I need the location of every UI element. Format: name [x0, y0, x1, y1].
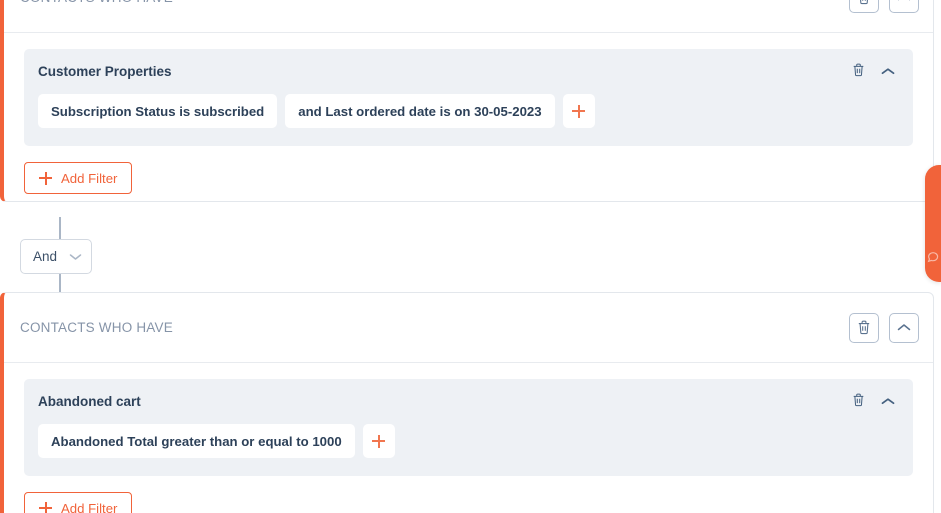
segment-header-title-2: CONTACTS WHO HAVE [20, 320, 173, 335]
segment-builder-canvas: CONTACTS WHO HAVE [0, 0, 941, 513]
condition-chip[interactable]: Subscription Status is subscribed [38, 94, 278, 128]
segment-header-1: CONTACTS WHO HAVE [4, 0, 933, 33]
connector-line-top [59, 217, 61, 239]
segment-collapse-button-2[interactable] [889, 312, 919, 343]
filter-group-actions-2 [852, 393, 899, 410]
segment-header-actions-2 [849, 312, 919, 343]
logic-operator-value: And [33, 249, 58, 264]
filter-group-collapse-button-2[interactable] [881, 394, 895, 409]
condition-chip[interactable]: Abandoned Total greater than or equal to… [38, 424, 355, 458]
filter-group-2: Abandoned cart Abandoned Total greater t… [24, 379, 913, 476]
support-chat-tab[interactable] [925, 165, 941, 282]
condition-chip-row-1: Subscription Status is subscribed and La… [38, 94, 899, 128]
filter-group-delete-button-1[interactable] [852, 63, 865, 80]
add-filter-label: Add Filter [61, 170, 118, 186]
segment-connector: And [0, 203, 941, 294]
filter-group-title-2: Abandoned cart [38, 394, 141, 409]
segment-delete-button-2[interactable] [849, 312, 879, 343]
plus-icon [39, 501, 52, 513]
segment-collapse-button-1[interactable] [889, 0, 919, 13]
plus-icon [39, 171, 52, 185]
add-filter-wrap-2: Add Filter [4, 476, 933, 513]
plus-icon [572, 104, 586, 118]
segment-header-actions-1 [849, 0, 919, 13]
filter-group-title-1: Customer Properties [38, 64, 172, 79]
plus-icon [372, 434, 386, 448]
trash-icon [857, 0, 871, 5]
add-filter-label: Add Filter [61, 500, 118, 513]
chevron-up-icon [881, 394, 895, 409]
chevron-up-icon [897, 323, 911, 332]
segment-body-1: Customer Properties Subscription Status … [4, 33, 933, 146]
filter-group-1: Customer Properties Subscription Status … [24, 49, 913, 146]
filter-group-collapse-button-1[interactable] [881, 64, 895, 79]
segment-body-2: Abandoned cart Abandoned Total greater t… [4, 363, 933, 476]
segment-header-2: CONTACTS WHO HAVE [4, 293, 933, 363]
chevron-up-icon [881, 64, 895, 79]
filter-group-delete-button-2[interactable] [852, 393, 865, 410]
add-filter-wrap-1: Add Filter [4, 146, 933, 194]
chevron-up-icon [897, 0, 911, 2]
filter-group-header-1: Customer Properties [38, 49, 899, 94]
filter-group-actions-1 [852, 63, 899, 80]
add-filter-button-1[interactable]: Add Filter [24, 162, 133, 194]
chat-bubble-icon [927, 250, 939, 268]
add-condition-button-2[interactable] [362, 424, 395, 458]
add-filter-button-2[interactable]: Add Filter [24, 492, 133, 513]
segment-card-2: CONTACTS WHO HAVE Abandoned cart Abandon… [0, 292, 934, 513]
logic-operator-select[interactable]: And [20, 239, 92, 274]
condition-chip-row-2: Abandoned Total greater than or equal to… [38, 424, 899, 458]
chevron-down-icon [69, 249, 82, 264]
segment-delete-button-1[interactable] [849, 0, 879, 13]
trash-icon [852, 63, 865, 80]
trash-icon [852, 393, 865, 410]
segment-header-title-1: CONTACTS WHO HAVE [20, 0, 173, 5]
filter-group-header-2: Abandoned cart [38, 379, 899, 424]
trash-icon [857, 320, 871, 335]
connector-line-bottom [59, 274, 61, 294]
add-condition-button-1[interactable] [562, 94, 595, 128]
segment-card-1: CONTACTS WHO HAVE [0, 0, 934, 202]
condition-chip[interactable]: and Last ordered date is on 30-05-2023 [285, 94, 555, 128]
